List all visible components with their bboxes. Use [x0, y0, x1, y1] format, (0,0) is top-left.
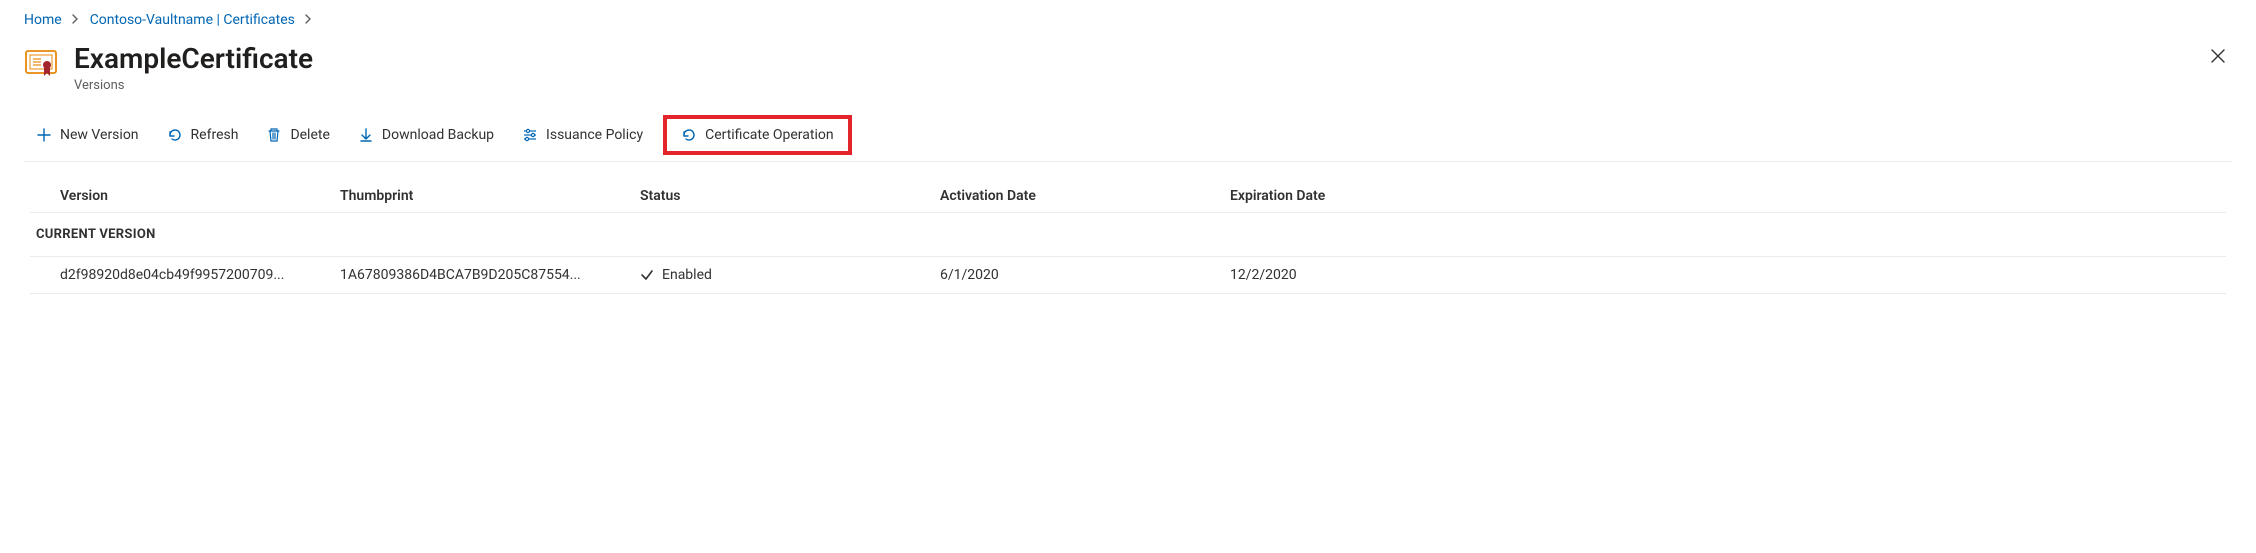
cell-activation: 6/1/2020 [940, 267, 1230, 283]
chevron-right-icon [305, 14, 313, 27]
breadcrumb-vault[interactable]: Contoso-Vaultname | Certificates [90, 12, 295, 28]
status-text: Enabled [662, 267, 712, 283]
cell-thumbprint: 1A67809386D4BCA7B9D205C87554... [340, 267, 640, 283]
refresh-label: Refresh [191, 127, 239, 143]
section-current-version: CURRENT VERSION [30, 213, 2226, 257]
table-header: Version Thumbprint Status Activation Dat… [30, 180, 2226, 213]
plus-icon [36, 127, 52, 143]
cell-status: Enabled [640, 267, 940, 283]
col-thumbprint: Thumbprint [340, 188, 640, 204]
table-row[interactable]: d2f98920d8e04cb49f9957200709... 1A678093… [30, 257, 2226, 294]
cell-version: d2f98920d8e04cb49f9957200709... [60, 267, 340, 283]
chevron-right-icon [72, 14, 80, 27]
refresh-button[interactable]: Refresh [155, 121, 251, 149]
col-activation: Activation Date [940, 188, 1230, 204]
issuance-policy-button[interactable]: Issuance Policy [510, 121, 655, 149]
download-backup-button[interactable]: Download Backup [346, 121, 506, 149]
col-version: Version [60, 188, 340, 204]
download-backup-label: Download Backup [382, 127, 494, 143]
certificate-operation-button[interactable]: Certificate Operation [663, 115, 852, 155]
cell-expiration: 12/2/2020 [1230, 267, 2226, 283]
close-button[interactable] [2204, 42, 2232, 74]
new-version-button[interactable]: New Version [24, 121, 151, 149]
delete-label: Delete [290, 127, 329, 143]
breadcrumb: Home Contoso-Vaultname | Certificates [24, 8, 2232, 42]
toolbar: New Version Refresh Delete Download Back… [24, 115, 2232, 162]
col-status: Status [640, 188, 940, 204]
sliders-icon [522, 127, 538, 143]
certificate-icon [24, 46, 60, 82]
refresh-icon [167, 127, 183, 143]
page-subtitle: Versions [74, 78, 313, 93]
refresh-icon [681, 127, 697, 143]
check-icon [640, 268, 654, 282]
new-version-label: New Version [60, 127, 139, 143]
close-icon [2210, 47, 2226, 69]
download-icon [358, 127, 374, 143]
page-title: ExampleCertificate [74, 42, 313, 76]
delete-button[interactable]: Delete [254, 121, 341, 149]
issuance-policy-label: Issuance Policy [546, 127, 643, 143]
versions-table: Version Thumbprint Status Activation Dat… [24, 180, 2232, 294]
breadcrumb-home[interactable]: Home [24, 12, 62, 28]
trash-icon [266, 127, 282, 143]
col-expiration: Expiration Date [1230, 188, 2226, 204]
certificate-operation-label: Certificate Operation [705, 127, 834, 143]
